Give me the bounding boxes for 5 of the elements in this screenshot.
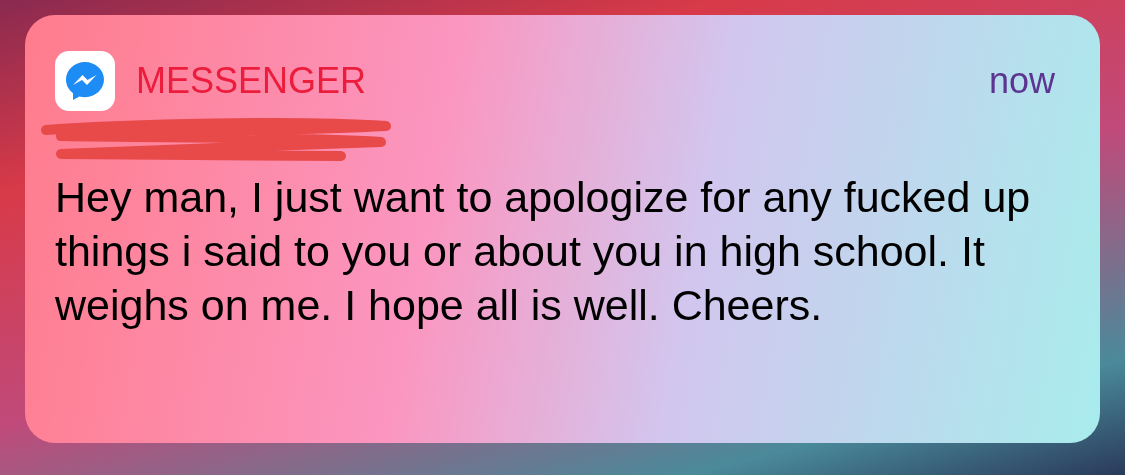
message-text: Hey man, I just want to apologize for any fucked up things i said to you or about you in high school. It weighs on me. I hope all is well. Cheers. bbox=[55, 172, 1032, 331]
app-icon bbox=[55, 51, 115, 111]
timestamp: now bbox=[988, 63, 1055, 99]
notification-card[interactable]: MESSENGER now Hey man, I just want to apologize for any fucked up things i said to you or about you in high school. It weighs on me. I hope all is well. Cheers. bbox=[25, 15, 1100, 443]
app-name: MESSENGER bbox=[136, 63, 367, 99]
